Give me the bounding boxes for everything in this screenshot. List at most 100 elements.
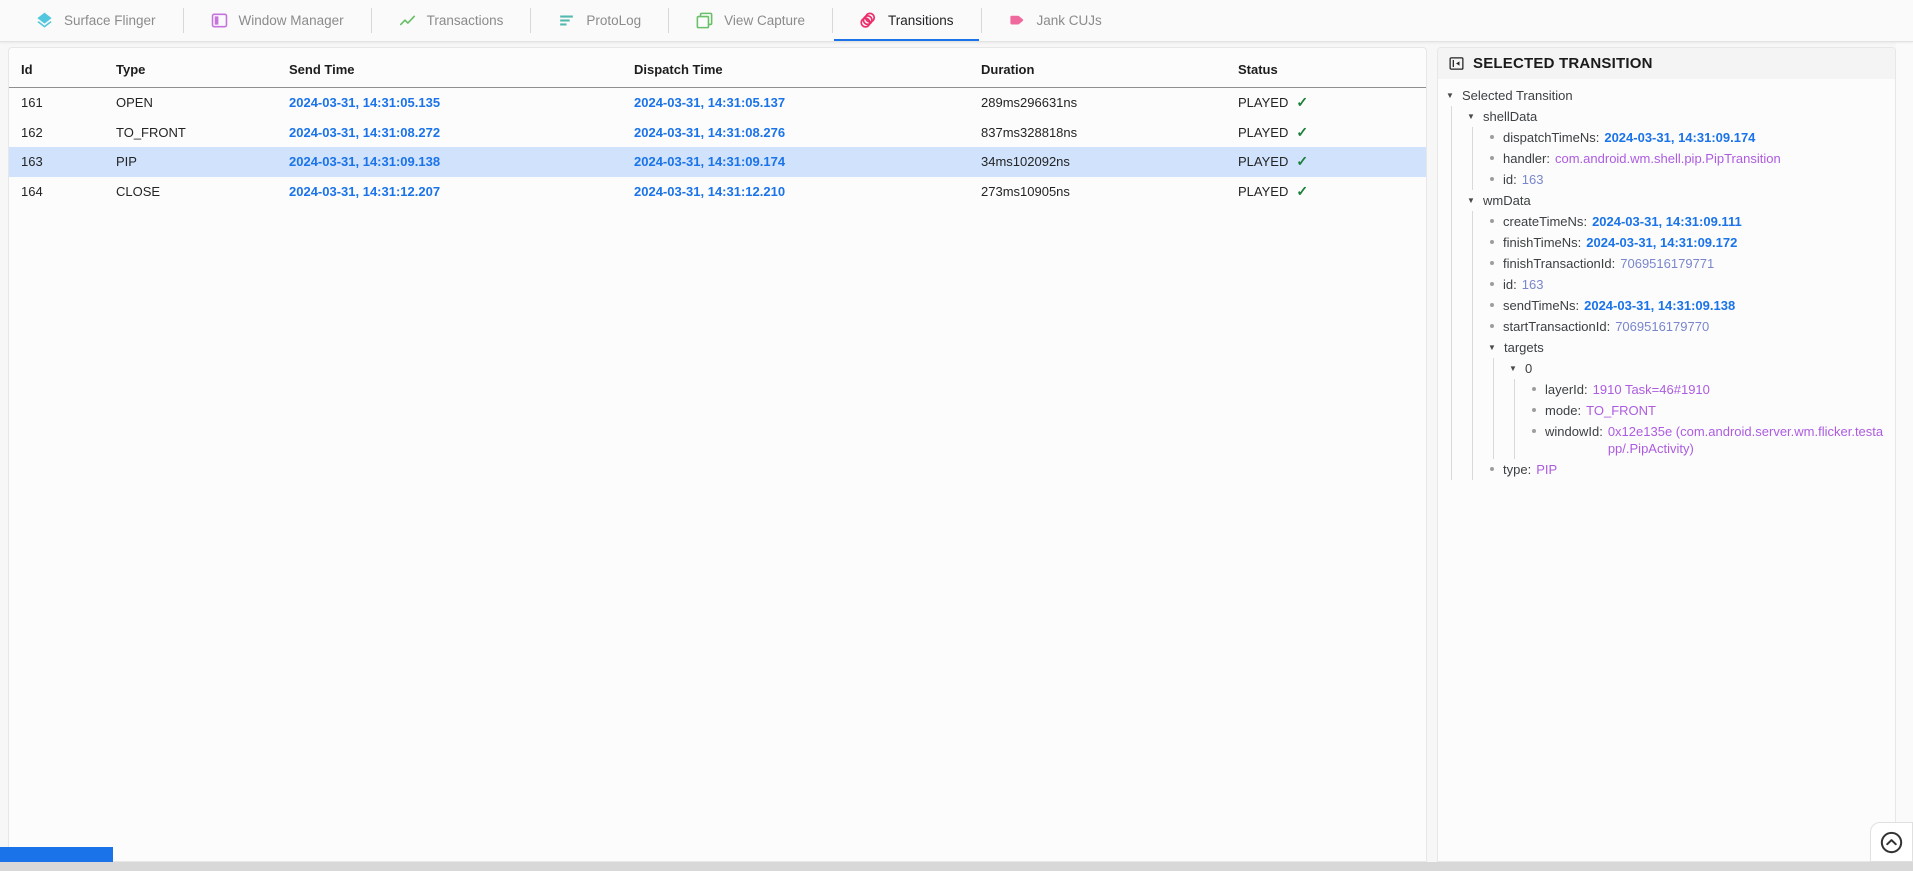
tab-label: Transactions — [427, 13, 504, 28]
collapse-arrow-icon[interactable]: ▼ — [1466, 190, 1476, 211]
tab-label: Window Manager — [239, 13, 344, 28]
bullet-icon — [1490, 240, 1494, 244]
property-value: 7069516179770 — [1615, 318, 1709, 335]
circle-up-icon — [1878, 829, 1905, 856]
cell-send-time-link[interactable]: 2024-03-31, 14:31:09.138 — [277, 154, 622, 169]
tree-property-dispatchtimens: dispatchTimeNs 2024-03-31, 14:31:09.174 — [1487, 127, 1885, 148]
property-value[interactable]: 2024-03-31, 14:31:09.111 — [1592, 213, 1742, 230]
tab-view-capture[interactable]: View Capture — [668, 0, 832, 41]
cell-dispatch-time-link[interactable]: 2024-03-31, 14:31:09.174 — [622, 154, 969, 169]
bullet-icon — [1532, 408, 1536, 412]
property-value: 163 — [1522, 276, 1544, 293]
layers-icon — [35, 11, 54, 30]
tab-protolog[interactable]: ProtoLog — [530, 0, 668, 41]
tree-node-shelldata[interactable]: ▼ shellData — [1466, 106, 1885, 127]
cell-status: PLAYED✓ — [1226, 94, 1426, 111]
bullet-icon — [1490, 219, 1494, 223]
cell-dispatch-time-link[interactable]: 2024-03-31, 14:31:05.137 — [622, 95, 969, 110]
tree-property-handler: handler com.android.wm.shell.pip.PipTran… — [1487, 148, 1885, 169]
property-value: com.android.wm.shell.pip.PipTransition — [1555, 150, 1781, 167]
tag-icon — [1008, 11, 1027, 30]
property-value: 163 — [1522, 171, 1544, 188]
property-key: finishTimeNs — [1503, 234, 1581, 251]
tab-transitions[interactable]: Transitions — [832, 0, 981, 41]
timeline-progress-bar — [0, 847, 113, 862]
property-value[interactable]: 2024-03-31, 14:31:09.138 — [1584, 297, 1735, 314]
bullet-icon — [1490, 324, 1494, 328]
property-value[interactable]: 2024-03-31, 14:31:09.172 — [1586, 234, 1737, 251]
tree-children: ▼ 0 layerId 1910 Task=46#1910 mode TO_FR… — [1493, 358, 1885, 459]
tree-children: dispatchTimeNs 2024-03-31, 14:31:09.174 … — [1472, 127, 1885, 190]
tree-node-0[interactable]: ▼ 0 — [1508, 358, 1885, 379]
window-icon — [210, 11, 229, 30]
property-key: windowId — [1545, 423, 1603, 440]
transition-row-163[interactable]: 163 PIP 2024-03-31, 14:31:09.138 2024-03… — [9, 147, 1426, 177]
tab-label: Transitions — [888, 13, 954, 28]
property-key: id — [1503, 276, 1517, 293]
property-key: type — [1503, 461, 1531, 478]
column-header-status: Status — [1226, 62, 1426, 88]
collapse-arrow-icon[interactable]: ▼ — [1487, 337, 1497, 358]
column-header-dispatch-time: Dispatch Time — [622, 62, 969, 88]
cell-send-time-link[interactable]: 2024-03-31, 14:31:05.135 — [277, 95, 622, 110]
tab-surface-flinger[interactable]: Surface Flinger — [8, 0, 183, 41]
tab-transactions[interactable]: Transactions — [371, 0, 531, 41]
property-value: 1910 Task=46#1910 — [1593, 381, 1710, 398]
tree-children: layerId 1910 Task=46#1910 mode TO_FRONT … — [1514, 379, 1885, 459]
bullet-icon — [1490, 177, 1494, 181]
expand-timeline-box — [1870, 822, 1913, 862]
status-label: PLAYED — [1238, 184, 1288, 199]
property-value: 7069516179771 — [1620, 255, 1714, 272]
transition-row-161[interactable]: 161 OPEN 2024-03-31, 14:31:05.135 2024-0… — [9, 88, 1426, 118]
cell-duration: 34ms102092ns — [969, 154, 1226, 169]
selected-transition-panel: SELECTED TRANSITION ▼ Selected Transitio… — [1437, 47, 1896, 862]
tree-children: createTimeNs 2024-03-31, 14:31:09.111 fi… — [1472, 211, 1885, 480]
content-area: IdTypeSend TimeDispatch TimeDurationStat… — [0, 42, 1913, 862]
cell-id: 161 — [9, 95, 104, 110]
status-label: PLAYED — [1238, 125, 1288, 140]
stacked-frames-icon — [695, 11, 714, 30]
collapse-arrow-icon[interactable]: ▼ — [1445, 85, 1455, 106]
cell-dispatch-time-link[interactable]: 2024-03-31, 14:31:08.276 — [622, 125, 969, 140]
cell-duration: 837ms328818ns — [969, 125, 1226, 140]
bullet-icon — [1490, 303, 1494, 307]
line-chart-icon — [398, 11, 417, 30]
status-label: PLAYED — [1238, 154, 1288, 169]
tree-property-finishtimens: finishTimeNs 2024-03-31, 14:31:09.172 — [1487, 232, 1885, 253]
tab-label: View Capture — [724, 13, 805, 28]
tab-window-manager[interactable]: Window Manager — [183, 0, 371, 41]
tree-node-wmdata[interactable]: ▼ wmData — [1466, 190, 1885, 211]
property-value: PIP — [1536, 461, 1557, 478]
collapse-panel-icon[interactable] — [1448, 55, 1465, 72]
bullet-icon — [1490, 282, 1494, 286]
cell-dispatch-time-link[interactable]: 2024-03-31, 14:31:12.210 — [622, 184, 969, 199]
property-key: dispatchTimeNs — [1503, 129, 1599, 146]
property-key: sendTimeNs — [1503, 297, 1579, 314]
property-value[interactable]: 2024-03-31, 14:31:09.174 — [1604, 129, 1755, 146]
right-scroll-gutter — [1896, 42, 1913, 862]
panel-title: SELECTED TRANSITION — [1473, 55, 1653, 72]
check-icon: ✓ — [1296, 124, 1308, 140]
tree-node-targets[interactable]: ▼ targets — [1487, 337, 1885, 358]
transition-row-164[interactable]: 164 CLOSE 2024-03-31, 14:31:12.207 2024-… — [9, 177, 1426, 207]
details-panel-header: SELECTED TRANSITION — [1438, 48, 1895, 79]
tree-property-createtimens: createTimeNs 2024-03-31, 14:31:09.111 — [1487, 211, 1885, 232]
collapse-arrow-icon[interactable]: ▼ — [1466, 106, 1476, 127]
collapse-arrow-icon[interactable]: ▼ — [1508, 358, 1518, 379]
cell-type: PIP — [104, 154, 277, 169]
tree-property-type: type PIP — [1487, 459, 1885, 480]
bullet-icon — [1490, 261, 1494, 265]
table-body: 161 OPEN 2024-03-31, 14:31:05.135 2024-0… — [9, 88, 1426, 206]
transition-row-162[interactable]: 162 TO_FRONT 2024-03-31, 14:31:08.272 20… — [9, 118, 1426, 148]
properties-tree: ▼ Selected Transition ▼ shellData dispat… — [1438, 79, 1895, 490]
property-key: finishTransactionId — [1503, 255, 1615, 272]
tab-jank-cujs[interactable]: Jank CUJs — [981, 0, 1129, 41]
cell-send-time-link[interactable]: 2024-03-31, 14:31:12.207 — [277, 184, 622, 199]
cell-duration: 273ms10905ns — [969, 184, 1226, 199]
tree-property-starttransactionid: startTransactionId 7069516179770 — [1487, 316, 1885, 337]
bullet-icon — [1532, 387, 1536, 391]
tree-node-selected-transition[interactable]: ▼ Selected Transition — [1445, 85, 1885, 106]
tab-label: Jank CUJs — [1037, 13, 1102, 28]
expand-timeline-button[interactable] — [1878, 829, 1905, 856]
cell-send-time-link[interactable]: 2024-03-31, 14:31:08.272 — [277, 125, 622, 140]
